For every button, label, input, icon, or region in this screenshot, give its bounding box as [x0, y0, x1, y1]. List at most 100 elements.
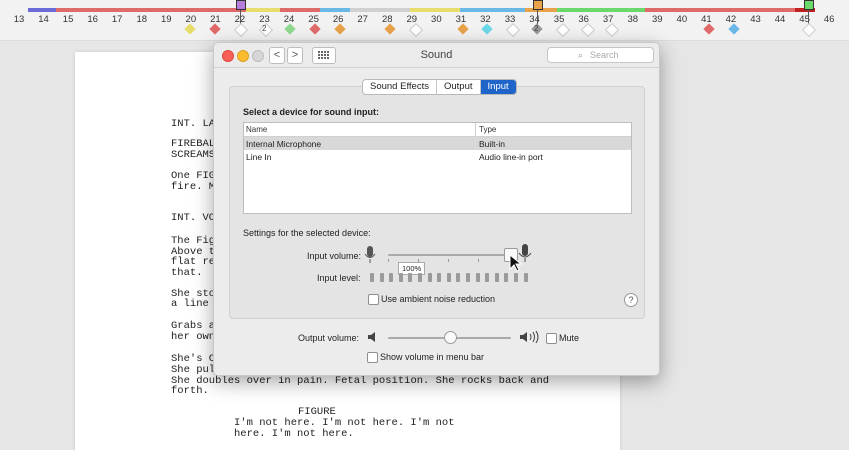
device-name: Line In [246, 152, 272, 162]
level-segment [514, 273, 518, 282]
show-volume-checkbox[interactable] [367, 352, 378, 363]
slider-tick [388, 259, 389, 262]
timeline-marker[interactable] [384, 23, 396, 35]
slider-tick [478, 259, 479, 262]
timeline-number: 18 [136, 14, 148, 25]
timeline-marker[interactable] [284, 23, 296, 35]
timeline-marker[interactable] [580, 22, 596, 38]
column-divider [475, 123, 476, 136]
timeline-marker[interactable] [209, 23, 221, 35]
timeline-segment [350, 8, 410, 12]
level-segment [379, 273, 384, 282]
timeline-number: 27 [357, 14, 368, 25]
timeline-marker[interactable] [555, 22, 571, 38]
device-name: Internal Microphone [246, 139, 322, 149]
timeline-number: 38 [627, 14, 639, 25]
timeline-handle[interactable] [804, 0, 814, 10]
timeline-number: 30 [431, 14, 442, 25]
column-name[interactable]: Name [246, 125, 267, 134]
sound-preferences-window[interactable]: < > Sound ⌕ Search Sound Effects Output … [213, 42, 660, 376]
timeline-number: 19 [161, 14, 172, 25]
window-titlebar[interactable]: < > Sound ⌕ Search [214, 43, 659, 68]
timeline-marker[interactable] [604, 22, 620, 38]
output-volume-label: Output volume: [298, 333, 360, 343]
timeline-marker[interactable] [801, 22, 817, 38]
table-row[interactable]: Line In Audio line-in port [244, 150, 631, 163]
level-segment [456, 273, 461, 282]
timeline-marker[interactable] [505, 22, 521, 38]
settings-label: Settings for the selected device: [243, 228, 371, 238]
column-type[interactable]: Type [479, 125, 496, 134]
script-line: FIREBAL [171, 138, 216, 150]
timeline-segment [28, 8, 56, 12]
table-row[interactable]: Internal Microphone Built-in [244, 137, 631, 150]
level-segment [408, 273, 413, 282]
timeline-number: 29 [406, 14, 418, 25]
timeline-marker[interactable] [233, 22, 249, 38]
timeline-number: 31 [455, 14, 467, 25]
microphone-high-icon [518, 244, 532, 262]
timeline-number: 36 [578, 14, 589, 25]
timeline-number: 39 [652, 14, 663, 25]
output-volume-slider[interactable] [443, 331, 457, 344]
timeline-segment [246, 8, 280, 12]
timeline-marker[interactable] [184, 23, 196, 35]
mute-label: Mute [559, 333, 580, 343]
mute-checkbox[interactable] [546, 333, 557, 344]
level-segment [418, 273, 422, 282]
timeline-number: 43 [750, 14, 761, 25]
level-segment [523, 273, 528, 282]
timeline-number: 37 [602, 14, 614, 25]
device-table[interactable]: Name Type Internal Microphone Built-in L… [243, 122, 632, 214]
timeline-number: 33 [504, 14, 516, 25]
timeline-handle[interactable] [236, 0, 246, 10]
script-line: The Fig [171, 235, 216, 247]
timeline-number: 40 [676, 14, 688, 25]
timeline-number: 45 [799, 14, 810, 25]
script-line: a line [171, 298, 209, 310]
timeline-number: 14 [38, 14, 49, 25]
timeline-number: 41 [701, 14, 712, 25]
ambient-noise-label: Use ambient noise reduction [381, 294, 496, 304]
timeline-number: 28 [381, 14, 393, 25]
level-segment [446, 273, 451, 282]
level-segment [370, 273, 374, 282]
script-line: She's C [171, 353, 216, 365]
level-segment [437, 273, 442, 282]
script-dialogue: here. I'm not here. [234, 428, 354, 440]
tab-output[interactable]: Output [437, 80, 481, 94]
timeline-number: 46 [823, 14, 835, 25]
tab-sound-effects[interactable]: Sound Effects [363, 80, 437, 94]
timeline-segment [320, 8, 350, 12]
level-segment [466, 273, 470, 282]
input-volume-label: Input volume: [307, 251, 362, 261]
slider-tick [448, 259, 449, 262]
timeline-marker[interactable] [481, 23, 493, 35]
timeline-number: 17 [111, 14, 123, 25]
speaker-low-icon [368, 332, 375, 342]
timeline-marker[interactable] [309, 23, 321, 35]
tab-input[interactable]: Input [480, 80, 516, 94]
timeline-segment [410, 8, 460, 12]
search-field[interactable]: ⌕ Search [547, 47, 654, 63]
timeline-marker[interactable] [408, 22, 424, 38]
timeline-marker[interactable] [457, 23, 469, 35]
script-line: One FIG [171, 170, 216, 182]
ambient-noise-checkbox[interactable] [368, 294, 379, 305]
timeline-handle[interactable] [533, 0, 543, 10]
timeline-segment [460, 8, 525, 12]
help-button[interactable]: ? [624, 293, 638, 307]
timeline-marker[interactable] [334, 23, 346, 35]
script-character: FIGURE [298, 406, 336, 418]
timeline-segment [557, 8, 645, 12]
timeline-number: 13 [13, 14, 25, 25]
timeline-marker[interactable] [728, 23, 740, 35]
input-pane: Select a device for sound input: Name Ty… [229, 86, 645, 319]
script-line: flat re [171, 256, 216, 268]
microphone-low-icon [364, 246, 376, 263]
timeline-number: 42 [725, 14, 737, 25]
timeline-ruler[interactable]: 1314151617181920212223242526272829303132… [0, 0, 849, 41]
speaker-high-icon [520, 330, 539, 344]
timeline-marker[interactable] [703, 23, 715, 35]
input-volume-track[interactable] [388, 254, 510, 256]
